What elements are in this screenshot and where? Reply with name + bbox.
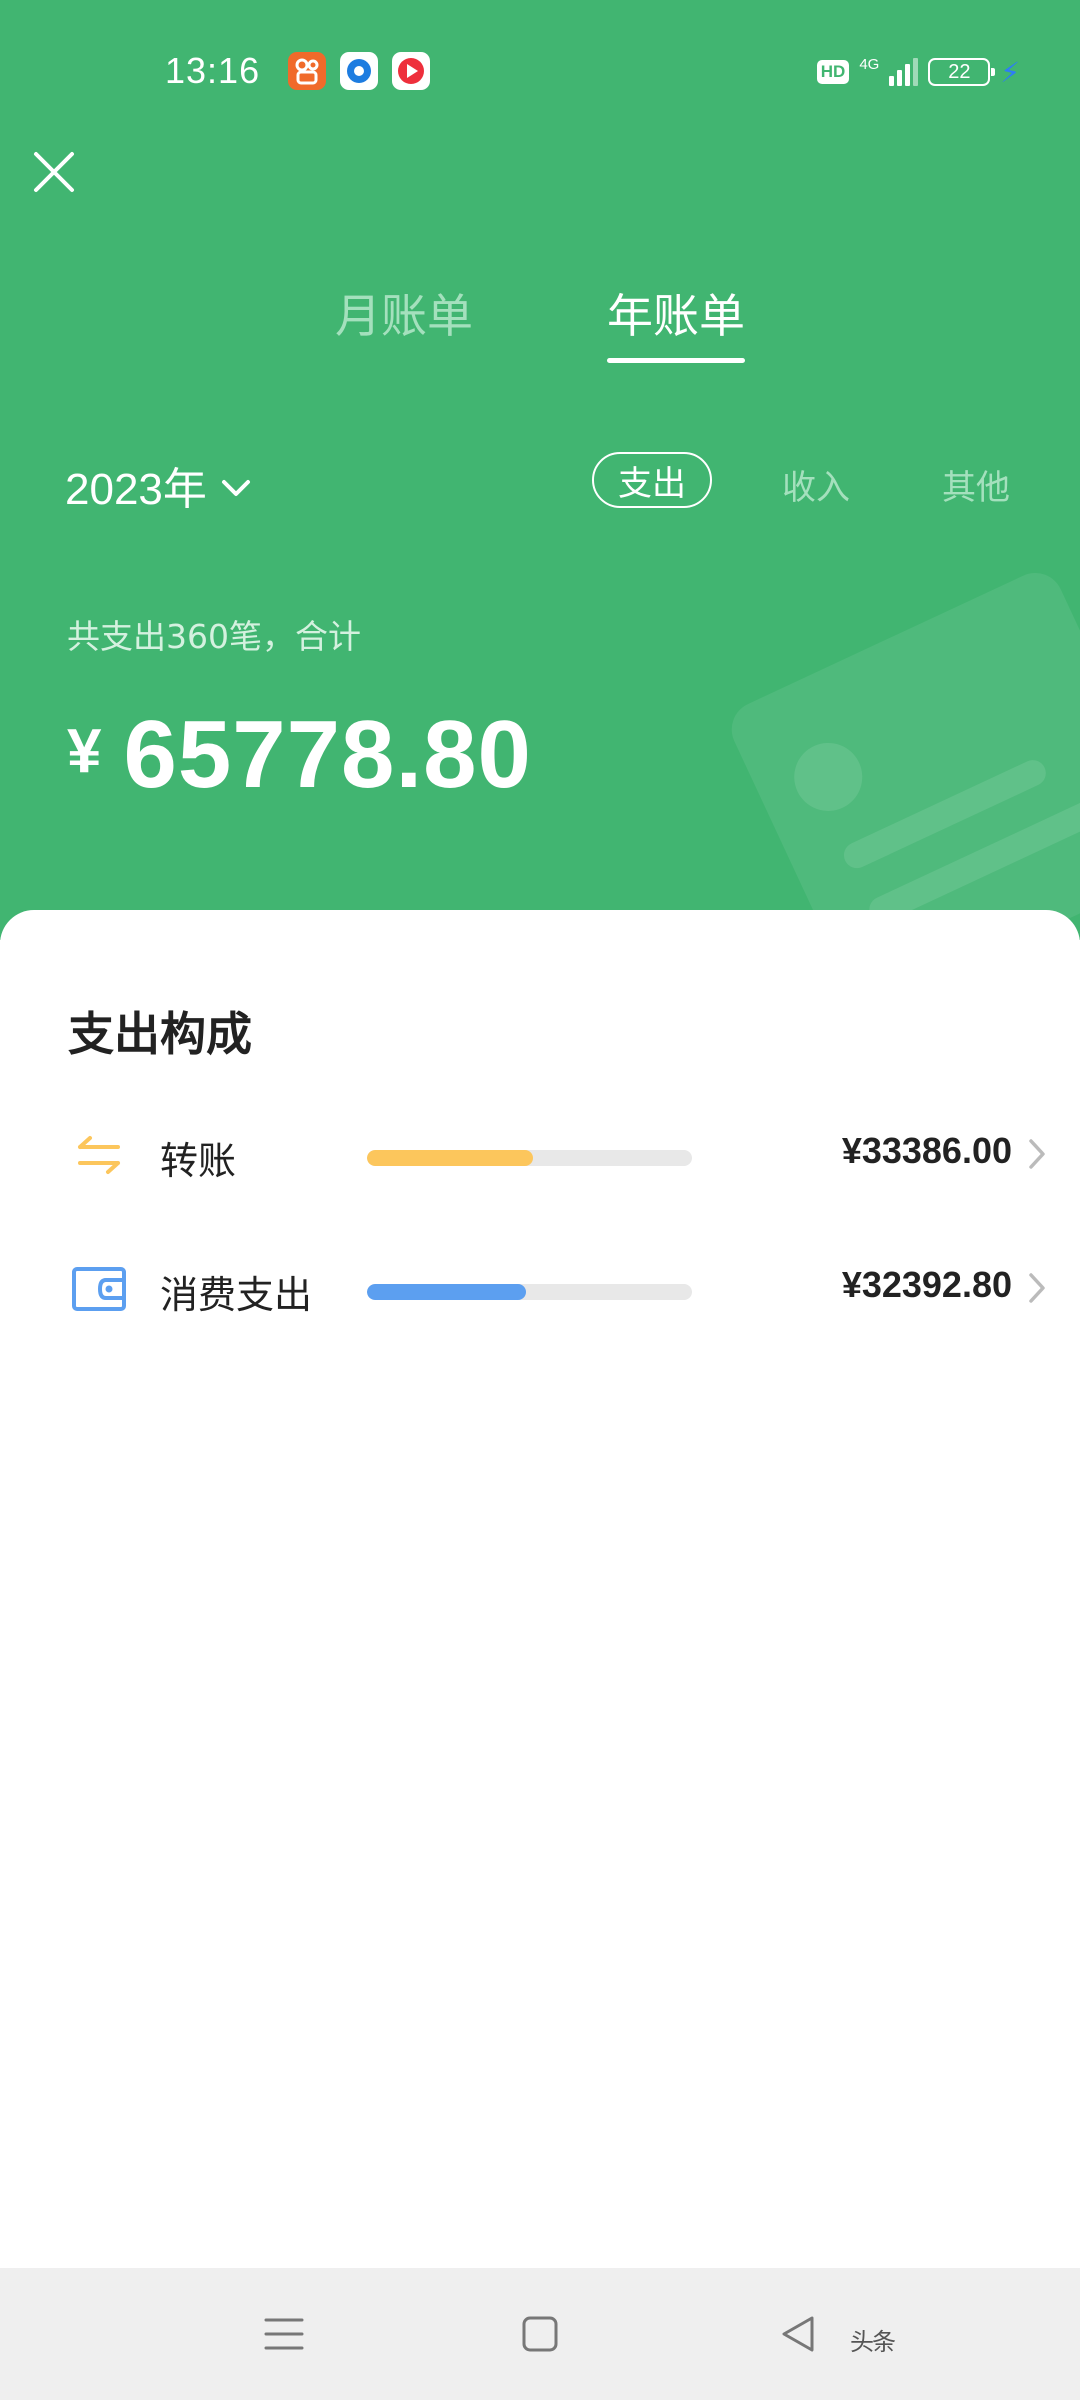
charging-icon: ⚡ [1000, 55, 1020, 89]
breakdown-label: 转账 [160, 1139, 237, 1183]
network-type: 4G [859, 55, 880, 73]
transfer-icon [78, 1136, 120, 1174]
breakdown-row-consumption[interactable]: 消费支出 ¥32392.80 [0, 1244, 1080, 1334]
breakdown-amount: ¥33386.00 [841, 1130, 1012, 1171]
status-indicators: HD 4G 22 ⚡ [816, 52, 1020, 92]
tab-monthly-bill[interactable]: 月账单 [335, 280, 473, 346]
receipt-decoration-icon [731, 572, 1080, 940]
total-value: 65778.80 [123, 701, 532, 808]
close-icon[interactable] [32, 150, 76, 194]
filter-other[interactable]: 其他 [942, 460, 1010, 509]
breakdown-label: 消费支出 [160, 1273, 313, 1317]
signal-icon [889, 58, 919, 86]
wallet-icon [72, 1267, 126, 1311]
breakdown-amount: ¥32392.80 [841, 1264, 1012, 1305]
progress-fill [367, 1284, 527, 1300]
system-nav-bar: 头条 [0, 2268, 1080, 2400]
chevron-down-icon [221, 480, 250, 496]
total-amount: ¥ 65778.80 [67, 700, 532, 810]
video-icon [392, 52, 430, 90]
progress-track [367, 1150, 692, 1166]
home-icon[interactable] [518, 2312, 562, 2356]
breakdown-card: 支出构成 转账 ¥33386.00 消费支出 ¥32392.80 [0, 910, 1080, 2270]
active-tab-indicator [607, 358, 745, 363]
chevron-right-icon [1029, 1139, 1045, 1169]
currency-symbol: ¥ [67, 717, 102, 786]
progress-track [367, 1284, 692, 1300]
filter-expense[interactable]: 支出 [592, 452, 712, 508]
watermark-logo: 头条 [850, 2329, 896, 2356]
summary-description: 共支出360笔，合计 [67, 617, 361, 656]
kuaishou-icon [288, 52, 326, 90]
year-label: 2023年 [65, 465, 207, 514]
header: 13:16 HD 4G 22 ⚡ 月账单 年账单 2023年 支出 收入 其他 … [0, 0, 1080, 940]
browser-icon [340, 52, 378, 90]
breakdown-title: 支出构成 [68, 1007, 252, 1061]
battery-level: 22 [948, 60, 971, 83]
tab-yearly-bill[interactable]: 年账单 [607, 280, 745, 346]
filter-income[interactable]: 收入 [782, 460, 850, 509]
hd-badge: HD [816, 60, 850, 84]
bill-tabs: 月账单 年账单 [0, 280, 1080, 363]
breakdown-row-transfer[interactable]: 转账 ¥33386.00 [0, 1110, 1080, 1200]
menu-icon[interactable] [262, 2312, 306, 2356]
status-bar: 13:16 HD 4G 22 ⚡ [0, 0, 1080, 140]
battery-icon: 22 [928, 58, 996, 86]
status-time: 13:16 [165, 50, 261, 91]
chevron-right-icon [1029, 1273, 1045, 1303]
progress-fill [367, 1150, 533, 1166]
year-selector[interactable]: 2023年 [65, 453, 251, 517]
back-icon[interactable] [776, 2312, 820, 2356]
